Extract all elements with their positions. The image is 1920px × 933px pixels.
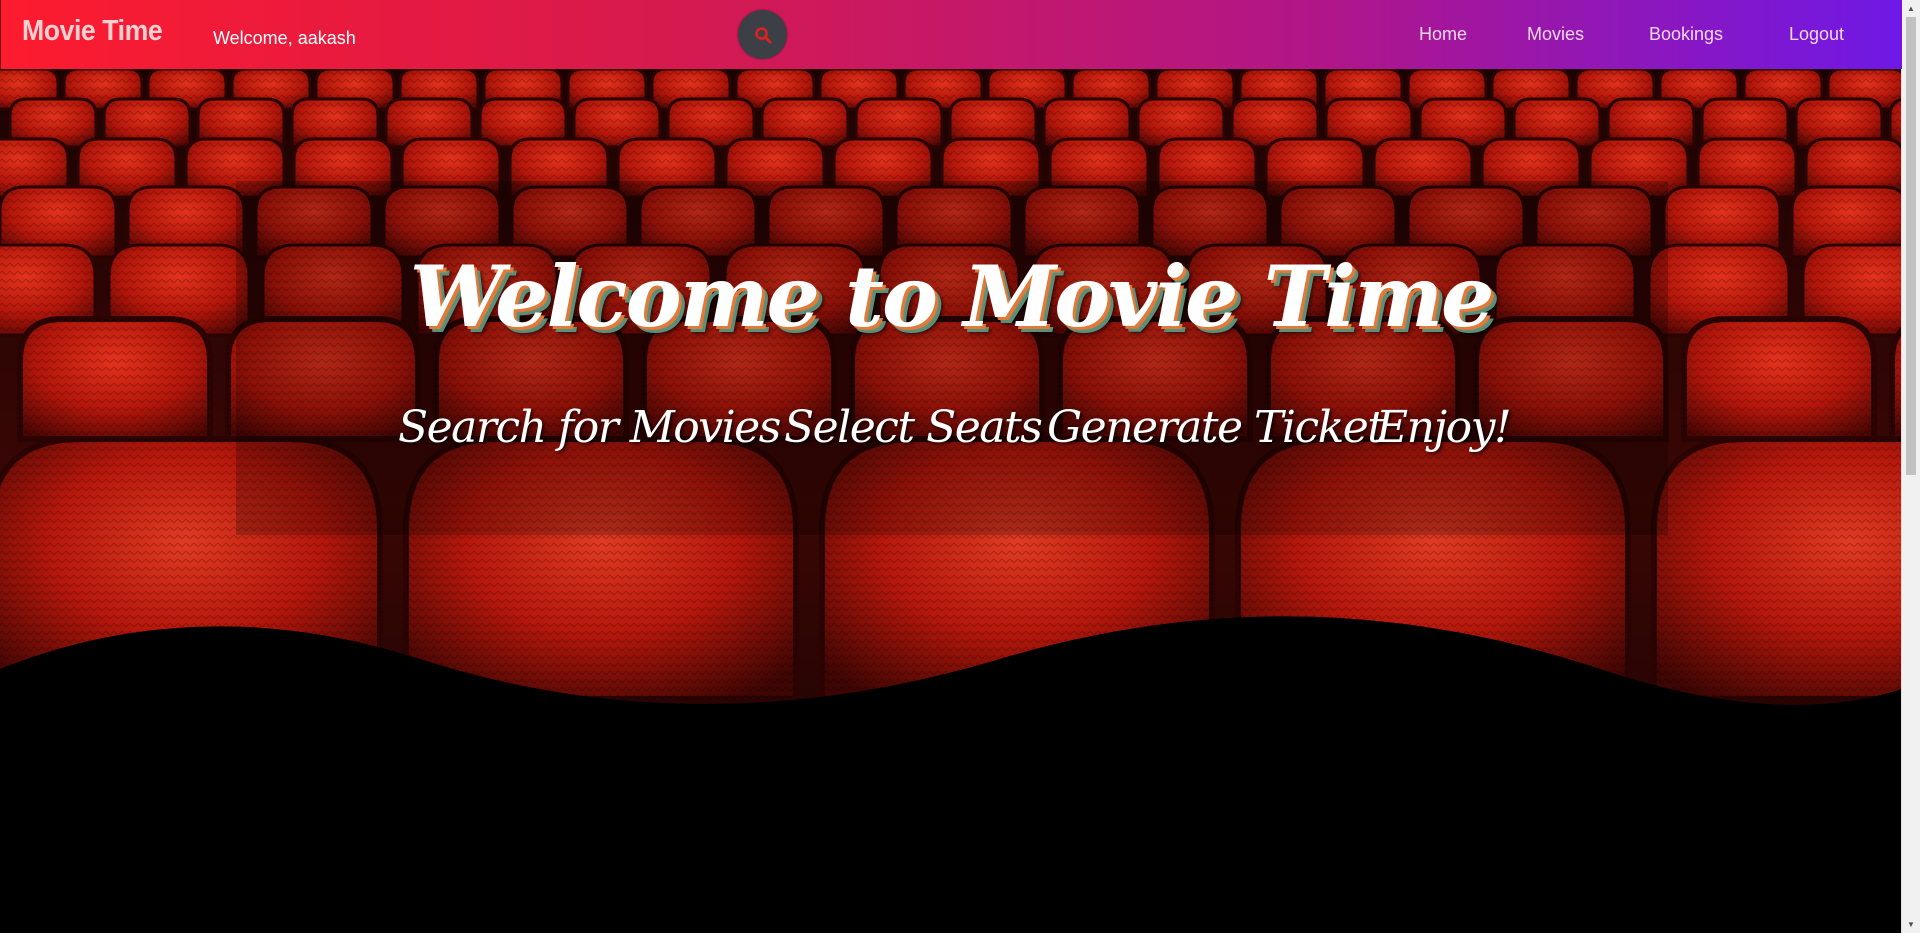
step-select-seats: Select Seats xyxy=(784,402,1043,453)
seat-texture xyxy=(1654,439,1902,699)
hero-overlay xyxy=(236,181,1668,535)
page: Movie Time Welcome, aakash Home Movies B… xyxy=(0,0,1920,933)
welcome-message: Welcome, aakash xyxy=(213,28,356,48)
scroll-thumb[interactable] xyxy=(1906,17,1916,475)
nav-link-bookings[interactable]: Bookings xyxy=(1649,24,1723,45)
search-button[interactable] xyxy=(738,10,787,59)
step-generate-ticket: Generate Ticket xyxy=(1047,402,1385,453)
nav-link-home[interactable]: Home xyxy=(1419,24,1467,45)
scroll-up-arrow-icon[interactable]: ▲ xyxy=(1902,0,1920,17)
nav-link-logout[interactable]: Logout xyxy=(1789,24,1844,45)
brand-logo[interactable]: Movie Time xyxy=(22,15,163,48)
scroll-down-arrow-icon[interactable]: ▼ xyxy=(1902,916,1920,933)
step-search-for-movies: Search for Movies xyxy=(398,402,781,453)
search-icon xyxy=(754,26,772,44)
steps-row: Search for Movies Select Seats Generate … xyxy=(0,402,1902,462)
hero-section: Welcome to Movie Time Search for Movies … xyxy=(0,69,1902,933)
hero-title: Welcome to Movie Time xyxy=(409,247,1495,346)
nav-link-movies[interactable]: Movies xyxy=(1527,24,1584,45)
vertical-scrollbar[interactable]: ▲ ▼ xyxy=(1901,0,1920,933)
step-enjoy: Enjoy! xyxy=(1376,402,1512,453)
navbar: Movie Time Welcome, aakash Home Movies B… xyxy=(0,0,1902,69)
